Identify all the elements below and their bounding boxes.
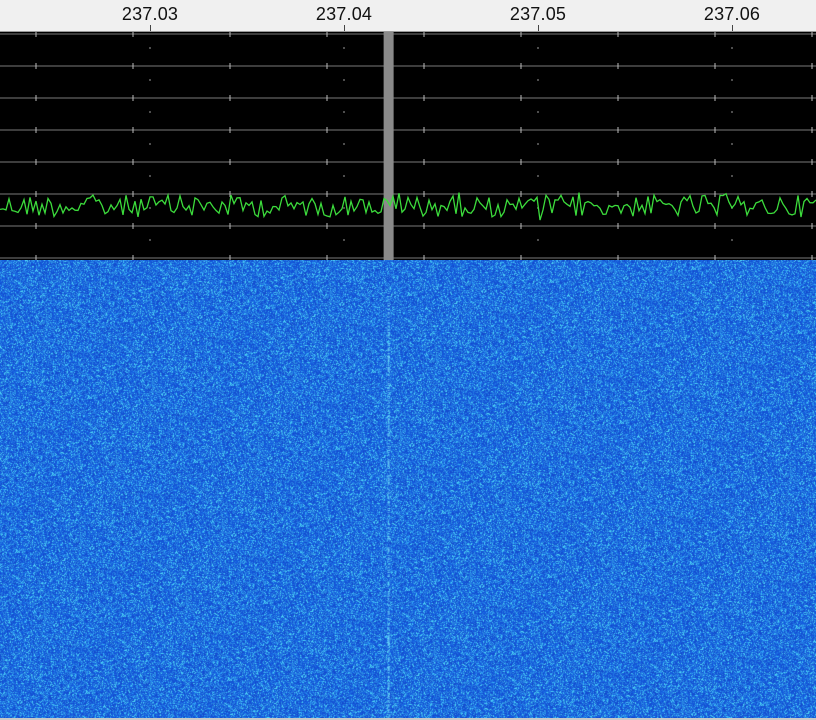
- tuning-bandwidth-marker[interactable]: [383, 32, 394, 260]
- frequency-tick: [732, 25, 733, 31]
- frequency-label-237-03: 237.03: [121, 4, 179, 24]
- frequency-label-237-05: 237.05: [509, 4, 567, 24]
- frequency-label-237-04: 237.04: [315, 4, 373, 24]
- spectrum-display[interactable]: [0, 32, 816, 260]
- spectrum-trace: [0, 192, 816, 221]
- waterfall-display[interactable]: [0, 260, 816, 718]
- spectrum-plot: [0, 32, 816, 260]
- frequency-tick: [344, 25, 345, 31]
- sdr-receiver-window: 237.03 237.04 237.05 237.06: [0, 0, 816, 720]
- frequency-tick: [538, 25, 539, 31]
- waterfall-canvas: [0, 260, 816, 718]
- frequency-tick: [150, 25, 151, 31]
- spectrum-grid: [0, 32, 816, 260]
- frequency-scale[interactable]: 237.03 237.04 237.05 237.06: [0, 0, 816, 32]
- frequency-label-237-06: 237.06: [703, 4, 761, 24]
